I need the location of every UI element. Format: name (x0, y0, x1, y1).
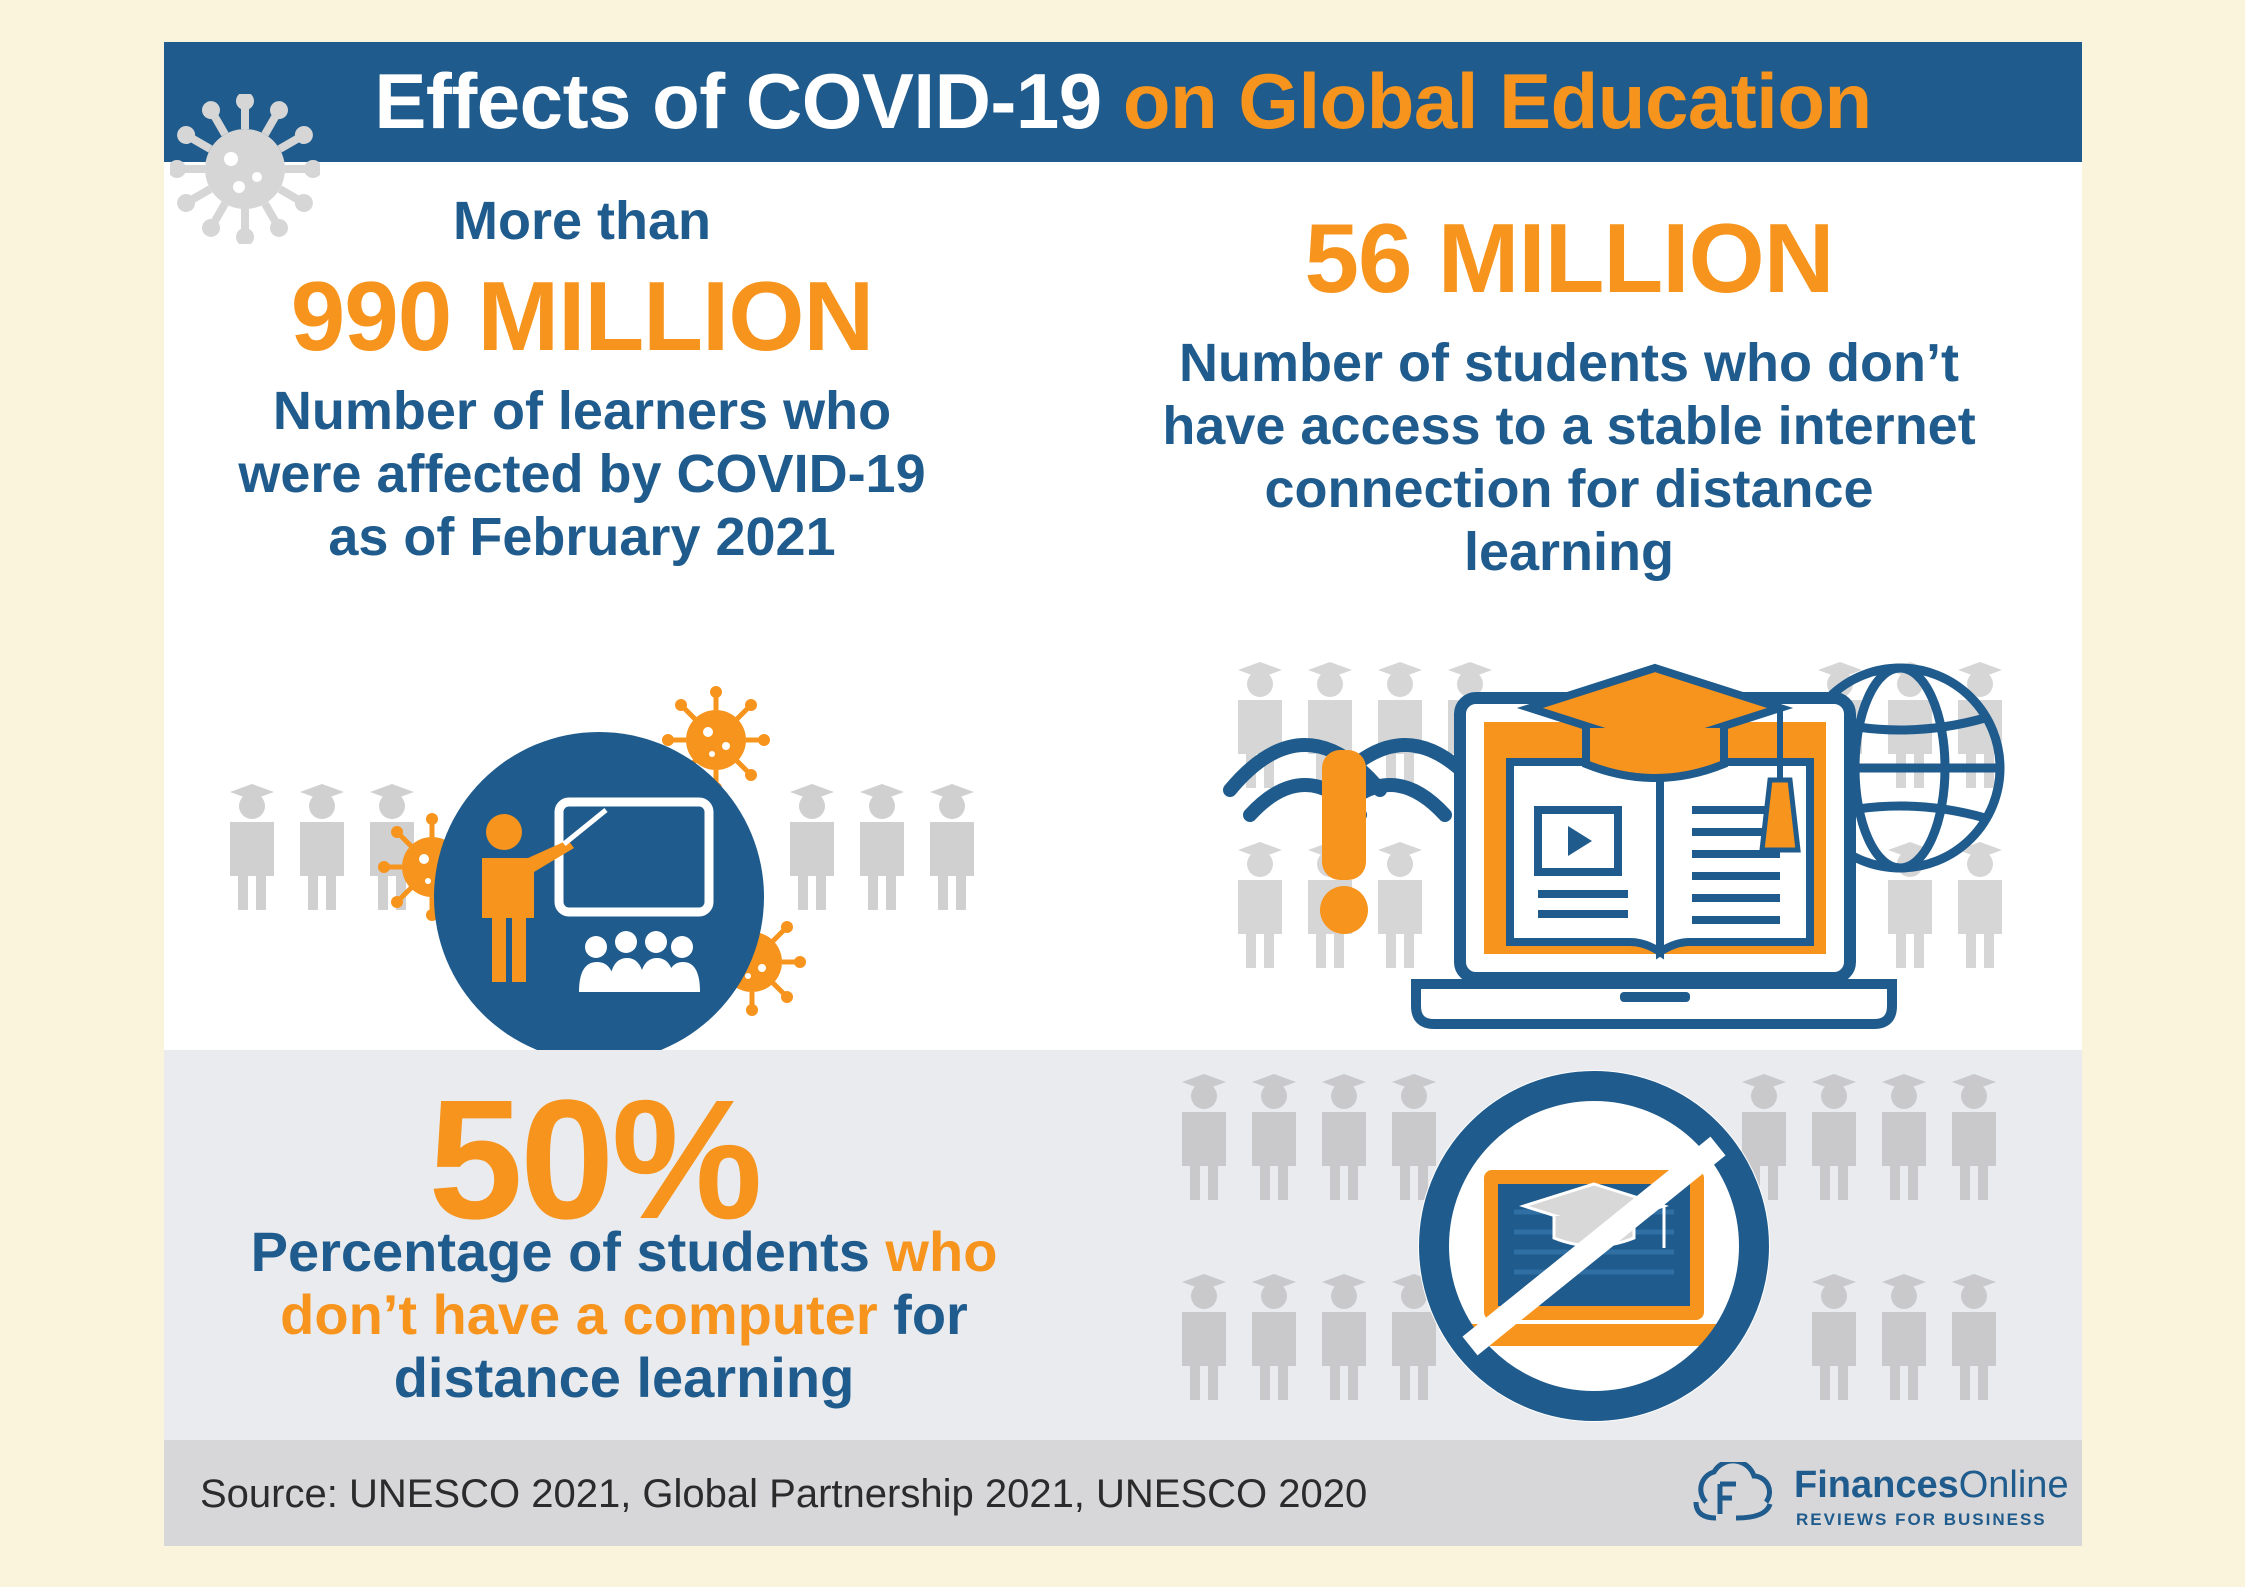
computer-stat-desc-part1: Percentage of students (250, 1220, 870, 1283)
footer-bar: Source: UNESCO 2021, Global Partnership … (164, 1440, 2082, 1546)
financesonline-logo-icon (1693, 1462, 1773, 1521)
learners-stat-description: Number of learners who were affected by … (238, 381, 926, 567)
internet-stat-description: Number of students who don’t have access… (1162, 333, 1976, 582)
no-computer-illustration (1182, 1070, 1996, 1422)
title-part-white: Effects of COVID-19 (374, 57, 1102, 145)
teacher-classroom-illustration (230, 662, 974, 1052)
logo-wordmark-bold: Finances (1794, 1464, 1959, 1506)
computer-stat-description: Percentage of students who don’t have a … (194, 1220, 1054, 1409)
online-learning-illustration (1223, 662, 2005, 1029)
teacher-classroom-icon (434, 732, 764, 1052)
learners-stat-value: 990 MILLION (290, 261, 875, 371)
laptop-graduation-icon (1411, 663, 1897, 1029)
internet-stat-value: 56 MILLION (1304, 203, 1834, 313)
no-computer-icon (1418, 1070, 1770, 1422)
page-title: Effects of COVID-19 on Global Education (164, 42, 2082, 160)
logo-wordmark: FinancesOnline (1794, 1464, 2069, 1507)
infographic-card: Effects of COVID-19 on Global Education … (164, 42, 2082, 1546)
logo-wordmark-light: Online (1958, 1464, 2069, 1506)
learners-stat-prefix: More than (452, 191, 711, 251)
header-banner: Effects of COVID-19 on Global Education (164, 42, 2082, 162)
title-part-orange: on Global Education (1122, 57, 1872, 145)
financesonline-logo: FinancesOnline REVIEWS FOR BUSINESS (1686, 1460, 2069, 1530)
source-citation: Source: UNESCO 2021, Global Partnership … (200, 1472, 1368, 1516)
logo-tagline: REVIEWS FOR BUSINESS (1796, 1510, 2047, 1529)
